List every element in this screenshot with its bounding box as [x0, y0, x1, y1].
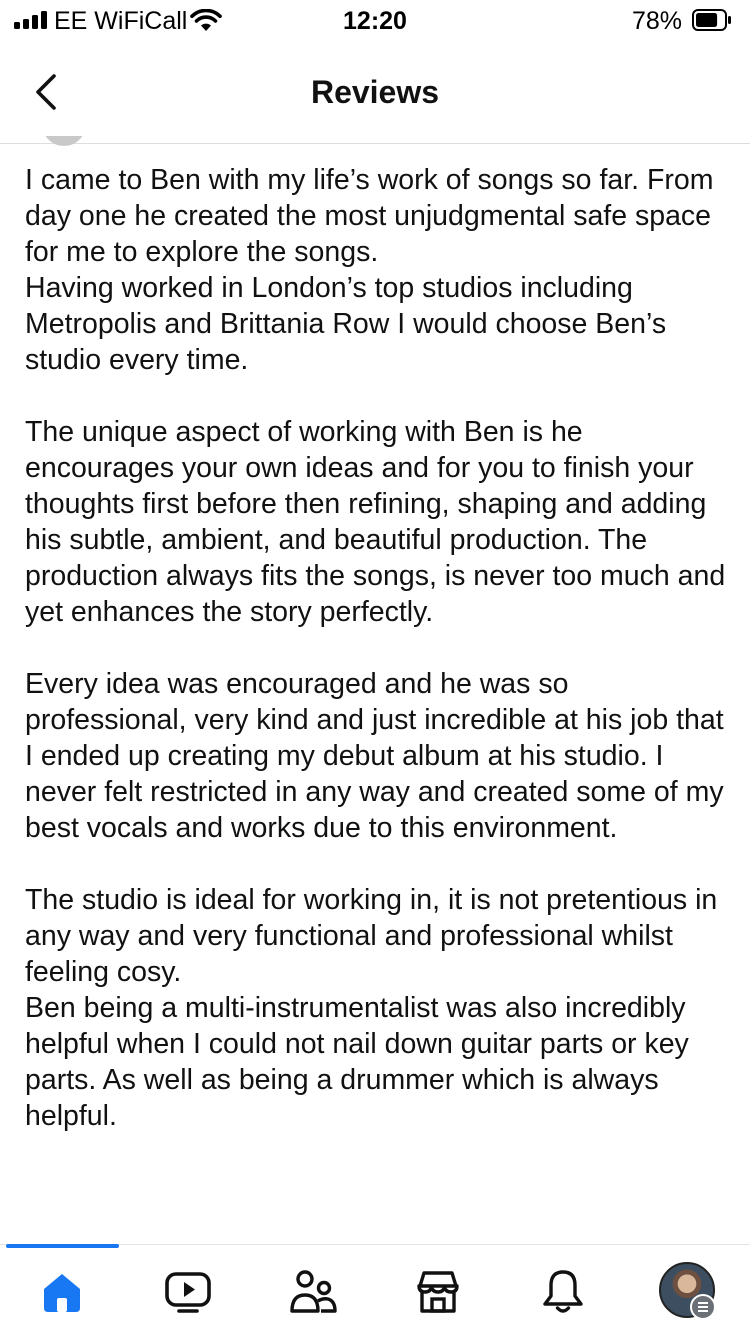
active-tab-indicator	[6, 1244, 119, 1248]
battery-percentage: 78%	[631, 7, 682, 35]
tab-home[interactable]	[37, 1267, 87, 1317]
bottom-tab-bar	[0, 1244, 750, 1335]
reviewer-avatar[interactable]	[42, 136, 86, 148]
review-text: I came to Ben with my life’s work of son…	[25, 162, 733, 1170]
marketplace-icon	[417, 1271, 459, 1313]
review-paragraph: I came to Ben with my life’s work of son…	[25, 164, 714, 376]
nav-bar: Reviews	[0, 40, 750, 146]
page-title: Reviews	[310, 74, 440, 110]
tab-marketplace[interactable]	[413, 1267, 463, 1317]
review-paragraph: The unique aspect of working with Ben is…	[25, 416, 726, 628]
battery-icon	[692, 9, 731, 31]
tab-friends[interactable]	[288, 1267, 338, 1317]
tab-notifications[interactable]	[538, 1267, 588, 1317]
review-paragraph: The studio is ideal for working in, it i…	[25, 884, 718, 1132]
friends-icon	[290, 1270, 337, 1313]
status-bar: EE WiFiCall 12:20 78%	[0, 0, 750, 40]
menu-icon	[690, 1294, 716, 1320]
home-icon	[44, 1274, 80, 1312]
video-icon	[165, 1272, 211, 1313]
bell-icon	[543, 1270, 583, 1313]
review-paragraph: Every idea was encouraged and he was so …	[25, 668, 724, 844]
tab-video[interactable]	[163, 1267, 213, 1317]
